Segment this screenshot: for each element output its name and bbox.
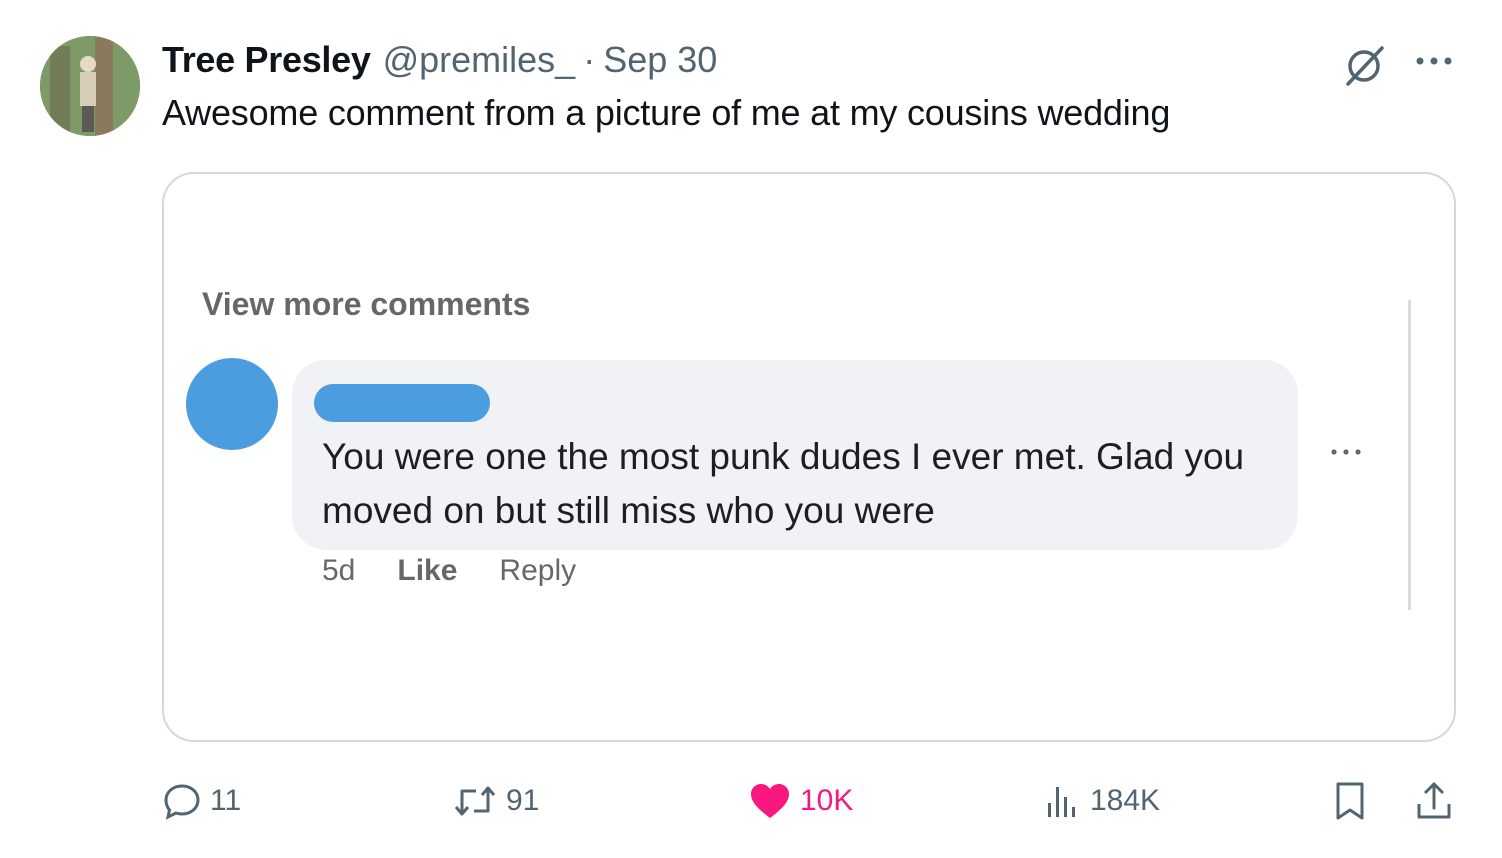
reply-count: 11	[210, 784, 242, 817]
reply-button[interactable]: 11	[162, 776, 241, 826]
bookmark-icon	[1336, 782, 1364, 820]
attached-image[interactable]: View more comments You were one the most…	[162, 172, 1456, 742]
tweet-header: Tree Presley @premiles_ · Sep 30	[162, 38, 717, 82]
reply-icon	[164, 784, 200, 820]
views-button[interactable]: 184K	[1042, 776, 1160, 826]
tweet-text: Awesome comment from a picture of me at …	[162, 92, 1171, 133]
scrollbar	[1408, 300, 1411, 610]
comment-age: 5d	[322, 554, 356, 587]
bookmark-button[interactable]	[1332, 776, 1376, 826]
user-handle[interactable]: @premiles_	[383, 39, 576, 81]
comment-like: Like	[397, 554, 458, 587]
share-button[interactable]	[1414, 776, 1462, 826]
repost-button[interactable]: 91	[452, 776, 539, 826]
comment-text: You were one the most punk dudes I ever …	[322, 436, 1245, 531]
comment-reply: Reply	[499, 554, 577, 587]
share-icon	[1417, 782, 1451, 819]
repost-count: 91	[506, 784, 540, 817]
separator-dot: ·	[583, 39, 596, 80]
redacted-name	[314, 384, 490, 422]
grok-icon[interactable]	[1342, 42, 1388, 88]
more-icon[interactable]	[1412, 46, 1456, 76]
commenter-avatar	[186, 358, 278, 450]
action-bar: 11 91 10K 184K	[162, 776, 1456, 826]
views-count: 184K	[1090, 784, 1161, 817]
comment-meta: 5d Like Reply	[322, 554, 576, 588]
repost-icon	[454, 786, 496, 816]
view-more-comments: View more comments	[202, 292, 531, 320]
like-count: 10K	[800, 784, 854, 817]
tweet-card[interactable]: Tree Presley @premiles_ · Sep 30 Awesome…	[0, 0, 1502, 858]
like-button[interactable]: 10K	[748, 776, 853, 826]
comment-bubble: You were one the most punk dudes I ever …	[292, 360, 1298, 550]
author-avatar[interactable]	[40, 36, 140, 136]
tweet-date[interactable]: Sep 30	[603, 39, 717, 81]
heart-icon	[751, 784, 789, 818]
views-icon	[1048, 787, 1075, 817]
display-name[interactable]: Tree Presley	[162, 39, 371, 81]
comment-more-icon	[1328, 442, 1364, 462]
